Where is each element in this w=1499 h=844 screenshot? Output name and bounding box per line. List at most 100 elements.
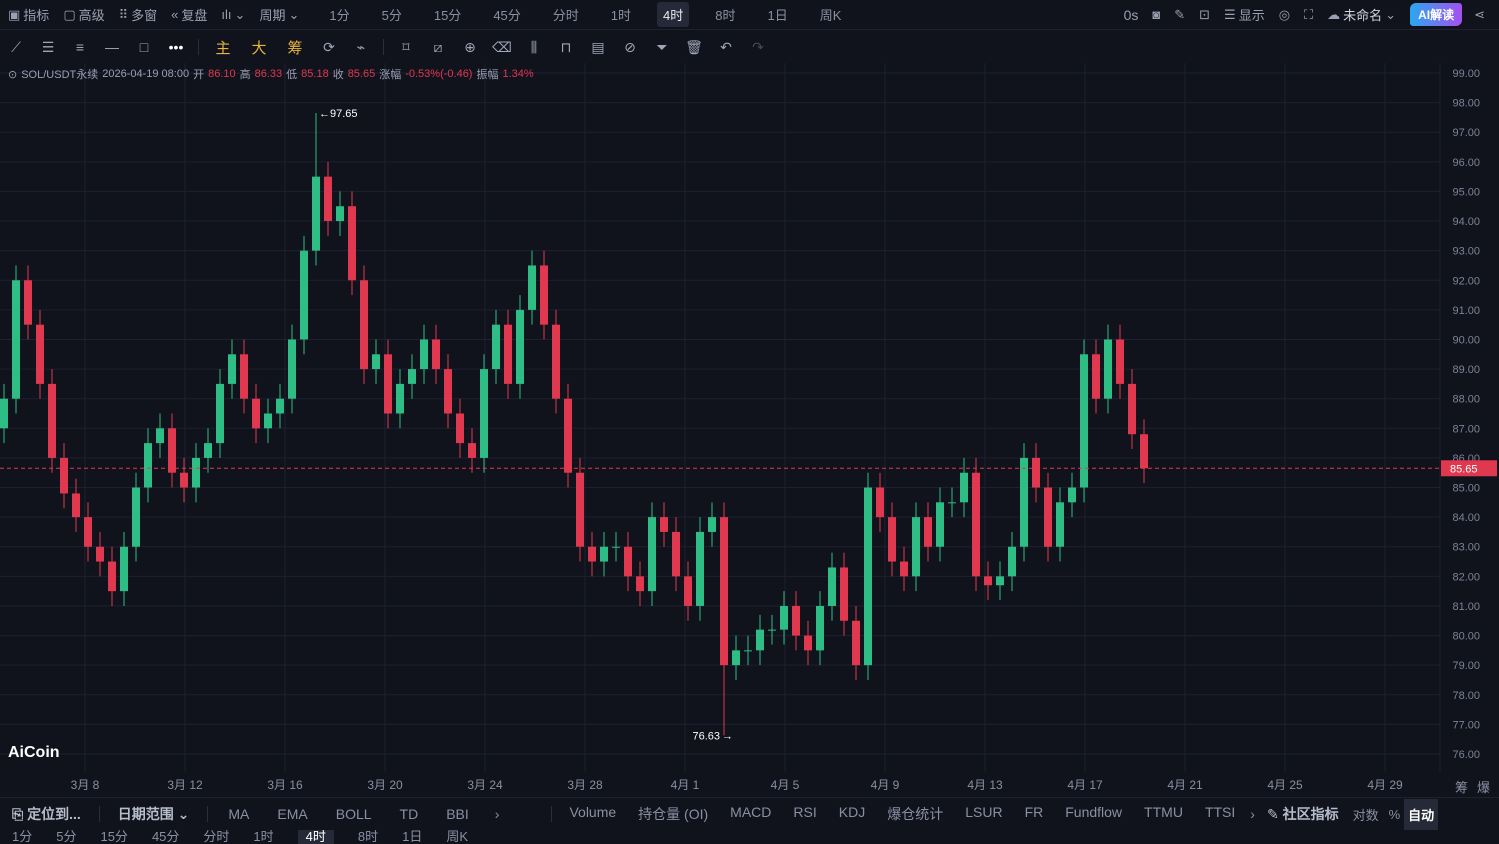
magnet-icon[interactable]: ⫼ (518, 39, 550, 56)
liquidation-toggle[interactable]: 爆 (1477, 777, 1490, 796)
chips-button[interactable]: 筹 (277, 37, 313, 58)
parallel-tool-icon[interactable]: ☰ (32, 39, 64, 56)
main-force-button[interactable]: 主 (205, 37, 241, 58)
period-tab[interactable]: 15分 (100, 830, 127, 844)
candle-body (312, 176, 320, 251)
period-tab[interactable]: 1分 (323, 2, 355, 27)
candlestick-chart[interactable]: 99.00 98.00 97.00 96.00 95.00 94.00 93.00 92.00… (0, 63, 1499, 772)
x-tick-label: 4月 21 (1167, 778, 1203, 792)
sub-indicator[interactable]: TTMU (1144, 804, 1183, 824)
trash-icon[interactable]: 🗑 (678, 39, 710, 56)
period-tab[interactable]: 5分 (376, 2, 408, 27)
more-tools-icon[interactable]: ••• (160, 39, 192, 55)
x-tick-label: 4月 17 (1067, 778, 1103, 792)
lock-icon[interactable]: ⊓ (550, 39, 582, 56)
undo-icon[interactable]: ↶ (710, 39, 742, 56)
candle-body (888, 517, 896, 562)
sub-indicator[interactable]: RSI (793, 804, 816, 824)
sub-indicator[interactable]: MACD (730, 804, 771, 824)
replay-button[interactable]: «复盘 (171, 5, 207, 24)
period-tab[interactable]: 周K (814, 2, 848, 27)
hline-tool-icon[interactable]: — (96, 39, 128, 55)
share-icon[interactable]: ⋖ (1474, 7, 1485, 23)
period-tab[interactable]: 8时 (709, 2, 741, 27)
sync-icon[interactable]: ⟳ (313, 39, 345, 56)
rect-tool-icon[interactable]: □ (128, 39, 160, 55)
pencil-icon[interactable]: ✎ (1174, 7, 1185, 23)
settings-icon[interactable]: ◎ (1279, 7, 1290, 23)
camera-icon[interactable]: ◙ (1152, 7, 1160, 22)
link-icon[interactable]: ⊘ (614, 39, 646, 56)
period-tab[interactable]: 5分 (56, 830, 76, 844)
candle-body (1116, 339, 1124, 384)
sub-indicator[interactable]: 持仓量 (OI) (638, 804, 708, 824)
community-indicators-button[interactable]: ✎ 社区指标 (1267, 804, 1339, 824)
log-scale-toggle[interactable]: 对数 (1353, 805, 1379, 824)
layout-dropdown[interactable]: ☁ 未命名 ⌄ (1327, 5, 1396, 24)
sub-indicator[interactable]: FR (1025, 804, 1044, 824)
period-tab[interactable]: 1时 (253, 830, 273, 844)
more-main-indicators[interactable]: › (495, 806, 500, 822)
main-indicator[interactable]: TD (400, 806, 419, 822)
main-indicator[interactable]: EMA (277, 806, 307, 822)
sub-indicator[interactable]: Fundflow (1065, 804, 1122, 824)
locate-button[interactable]: ⎘ 定位到... (12, 804, 81, 824)
ai-interpret-button[interactable]: AI解读 (1410, 3, 1463, 26)
y-tick-label: 90.00 (1452, 334, 1480, 346)
filter-icon[interactable]: ⏷ (646, 39, 678, 56)
candle-body (732, 650, 740, 666)
multi-window-button[interactable]: ⠿ 多窗 (119, 5, 158, 24)
percent-scale-toggle[interactable]: % (1389, 807, 1401, 822)
chips-toggle[interactable]: 筹 (1455, 777, 1468, 796)
period-tab[interactable]: 分时 (547, 2, 585, 27)
main-indicator[interactable]: BBI (446, 806, 469, 822)
sub-indicator[interactable]: KDJ (839, 804, 865, 824)
fib-tool-icon[interactable]: ≡ (64, 39, 96, 55)
period-tab[interactable]: 4时 (657, 2, 690, 27)
period-tab[interactable]: 1日 (762, 2, 794, 27)
period-tab[interactable]: 8时 (358, 830, 378, 844)
display-button[interactable]: ☰ 显示 (1224, 5, 1265, 24)
sub-indicator[interactable]: LSUR (965, 804, 1002, 824)
period-dropdown[interactable]: 周期 ⌄ (259, 5, 299, 24)
candle-body (876, 487, 884, 518)
period-tab[interactable]: 45分 (487, 2, 526, 27)
candle-body (444, 369, 452, 414)
sub-indicator[interactable]: 爆仓统计 (887, 804, 943, 824)
candle-body (756, 629, 764, 651)
main-indicator[interactable]: MA (228, 806, 249, 822)
arrow-right-icon: → (722, 730, 733, 742)
period-tab[interactable]: 1日 (402, 830, 422, 844)
chart-type-dropdown[interactable]: ılı ⌄ (221, 7, 245, 23)
candle-body (768, 629, 776, 631)
zoom-icon[interactable]: ⊕ (454, 39, 486, 56)
period-tab[interactable]: 1分 (12, 830, 32, 844)
add-window-icon[interactable]: ⊡ (1199, 7, 1210, 23)
date-range-dropdown[interactable]: 日期范围 ⌄ (118, 804, 190, 824)
auto-scale-toggle[interactable]: 自动 (1404, 798, 1439, 830)
ruler-icon[interactable]: ⧄ (422, 39, 454, 56)
brush-icon[interactable]: ⌁ (345, 39, 377, 56)
more-sub-indicators[interactable]: › (1250, 806, 1255, 822)
line-tool-icon[interactable]: ⟋ (0, 39, 32, 56)
main-indicator[interactable]: BOLL (336, 806, 372, 822)
advanced-button[interactable]: ▢ 高级 (63, 5, 104, 24)
candle-body (348, 206, 356, 281)
indicators-button[interactable]: ▣ 指标 (8, 5, 49, 24)
bookmark-icon[interactable]: ⌑ (390, 39, 422, 56)
sub-indicator[interactable]: Volume (569, 804, 616, 824)
period-tab[interactable]: 4时 (297, 830, 334, 844)
period-tab[interactable]: 分时 (203, 830, 229, 844)
eraser-icon[interactable]: ⌫ (486, 39, 518, 56)
redo-icon[interactable]: ↷ (742, 39, 774, 56)
collapse-icon[interactable]: ⊙ (8, 68, 17, 81)
big-order-button[interactable]: 大 (241, 37, 277, 58)
list-icon: ☰ (1224, 6, 1236, 22)
notes-icon[interactable]: ▤ (582, 39, 614, 56)
period-tab[interactable]: 1时 (605, 2, 637, 27)
fullscreen-icon[interactable]: ⛶ (1304, 7, 1313, 23)
period-tab[interactable]: 周K (446, 830, 468, 844)
period-tab[interactable]: 45分 (152, 830, 179, 844)
period-tab[interactable]: 15分 (428, 2, 467, 27)
sub-indicator[interactable]: TTSI (1205, 804, 1235, 824)
